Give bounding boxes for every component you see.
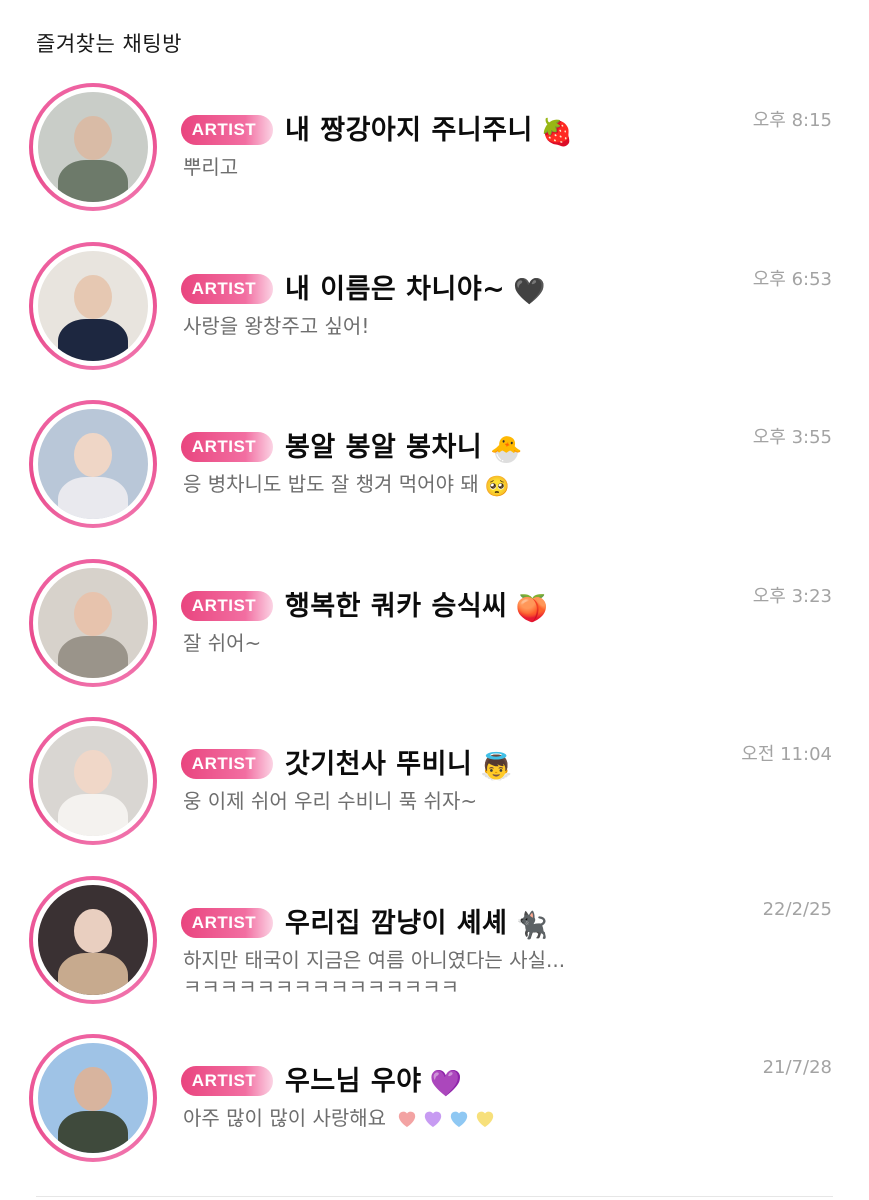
- last-message-text: 웅 이제 쉬어 우리 수비니 푹 쉬자~: [183, 789, 478, 813]
- avatar: [38, 1043, 148, 1153]
- avatar-ring[interactable]: [29, 241, 157, 370]
- chat-room-name: 행복한 쿼카 승식씨 🍑: [285, 584, 548, 624]
- last-message-preview: 응 병차니도 밥도 잘 챙겨 먹어야 돼 🥺: [183, 471, 613, 500]
- heart-icon: [424, 1111, 442, 1128]
- artist-badge: ARTIST: [181, 115, 273, 145]
- section-title: 즐겨찾는 채팅방: [36, 32, 182, 56]
- hearts: [392, 1106, 496, 1130]
- last-message-time: 오후 3:55: [752, 427, 832, 448]
- last-message-time: 22/2/25: [762, 898, 832, 920]
- artist-badge: ARTIST: [181, 432, 273, 462]
- avatar-ring[interactable]: [29, 875, 157, 1004]
- last-message-preview: 아주 많이 많이 사랑해요: [183, 1105, 613, 1132]
- name-emoji-icon: 🐈‍⬛: [515, 910, 549, 941]
- chat-room-row[interactable]: ARTIST 내 이름은 차니야~ 🖤 사랑을 왕창주고 싶어! 오후 6:53: [0, 239, 869, 398]
- last-message-preview: 사랑을 왕창주고 싶어!: [183, 313, 613, 340]
- last-message-preview: 뿌리고: [183, 154, 613, 181]
- artist-badge: ARTIST: [181, 749, 273, 779]
- chat-room-name: 내 짱강아지 주니주니 🍓: [285, 108, 574, 148]
- avatar-ring[interactable]: [29, 83, 157, 211]
- preview-emoji-icon: 🥺: [484, 474, 510, 498]
- avatar: [38, 884, 148, 995]
- favorite-chats-screen: 즐겨찾는 채팅방 ARTIST 내 짱강아지 주니주니 🍓 뿌리고 오후 8:15: [0, 0, 869, 1200]
- divider: [36, 1196, 833, 1197]
- last-message-text: 잘 쉬어~: [183, 630, 262, 655]
- avatar: [38, 409, 148, 519]
- chat-room-row[interactable]: ARTIST 갓기천사 뚜비니 👼 웅 이제 쉬어 우리 수비니 푹 쉬자~ 오전…: [0, 714, 869, 873]
- artist-badge: ARTIST: [181, 1066, 273, 1096]
- avatar: [38, 567, 148, 678]
- chat-room-name: 우느님 우야 💜: [285, 1059, 462, 1099]
- name-emoji-icon: 🍑: [515, 593, 549, 624]
- chat-room-name: 봉알 봉알 봉차니 🐣: [285, 425, 523, 465]
- chat-room-name-text: 봉알 봉알 봉차니: [285, 432, 483, 463]
- last-message-text: 응 병차니도 밥도 잘 챙겨 먹어야 돼: [183, 472, 479, 496]
- last-message-time: 오후 6:53: [752, 268, 832, 290]
- heart-icon: [398, 1111, 416, 1128]
- name-emoji-icon: 🖤: [513, 276, 547, 307]
- heart-icon: [450, 1111, 468, 1128]
- chat-room-row[interactable]: ARTIST 내 짱강아지 주니주니 🍓 뿌리고 오후 8:15: [0, 80, 869, 239]
- last-message-text: 아주 많이 많이 사랑해요: [183, 1106, 387, 1130]
- artist-badge: ARTIST: [181, 907, 273, 938]
- chat-room-name-text: 갓기천사 뚜비니: [285, 749, 473, 780]
- chat-room-name-text: 우리집 깜냥이 셰셰: [285, 907, 508, 939]
- chat-room-row[interactable]: ARTIST 우느님 우야 💜 아주 많이 많이 사랑해요 21/7/28: [0, 1031, 869, 1190]
- last-message-time: 21/7/28: [762, 1057, 832, 1078]
- last-message-time: 오후 3:23: [752, 585, 832, 607]
- last-message-preview: 잘 쉬어~: [183, 630, 613, 657]
- chat-list: ARTIST 내 짱강아지 주니주니 🍓 뿌리고 오후 8:15 ARTIST 내…: [0, 80, 869, 1190]
- avatar: [38, 250, 148, 361]
- chat-room-row[interactable]: ARTIST 우리집 깜냥이 셰셰 🐈‍⬛ 하지만 태국이 지금은 여름 아니였다…: [0, 873, 869, 1032]
- name-emoji-icon: 🐣: [490, 435, 524, 465]
- avatar-ring[interactable]: [29, 1034, 157, 1162]
- last-message-preview: 웅 이제 쉬어 우리 수비니 푹 쉬자~: [183, 788, 613, 815]
- chat-room-name: 우리집 깜냥이 셰셰 🐈‍⬛: [285, 901, 548, 941]
- last-message-preview: 하지만 태국이 지금은 여름 아니였다는 사실... ㅋㅋㅋㅋㅋㅋㅋㅋㅋㅋㅋㅋㅋ…: [183, 947, 613, 1001]
- last-message-text: 뿌리고: [183, 155, 239, 179]
- last-message-text: 사랑을 왕창주고 싶어!: [183, 313, 370, 338]
- chat-room-row[interactable]: ARTIST 봉알 봉알 봉차니 🐣 응 병차니도 밥도 잘 챙겨 먹어야 돼 🥺 …: [0, 397, 869, 556]
- avatar-ring[interactable]: [29, 400, 157, 528]
- avatar-ring[interactable]: [29, 717, 157, 845]
- avatar-ring[interactable]: [29, 558, 157, 687]
- last-message-text: 하지만 태국이 지금은 여름 아니였다는 사실... ㅋㅋㅋㅋㅋㅋㅋㅋㅋㅋㅋㅋㅋ…: [183, 947, 566, 999]
- chat-room-name-text: 내 짱강아지 주니주니: [285, 115, 533, 146]
- name-emoji-icon: 👼: [480, 752, 514, 782]
- last-message-time: 오후 8:15: [752, 110, 832, 131]
- artist-badge: ARTIST: [181, 273, 273, 304]
- last-message-time: 오전 11:04: [741, 744, 832, 765]
- heart-icon: [476, 1111, 494, 1128]
- chat-room-name-text: 내 이름은 차니야~: [285, 273, 506, 305]
- chat-room-name: 내 이름은 차니야~ 🖤: [285, 267, 546, 307]
- chat-room-row[interactable]: ARTIST 행복한 쿼카 승식씨 🍑 잘 쉬어~ 오후 3:23: [0, 556, 869, 715]
- name-emoji-icon: 💜: [429, 1069, 463, 1099]
- avatar: [38, 726, 148, 836]
- avatar: [38, 92, 148, 202]
- chat-room-name-text: 우느님 우야: [285, 1066, 422, 1097]
- name-emoji-icon: 🍓: [540, 118, 574, 148]
- chat-room-name-text: 행복한 쿼카 승식씨: [285, 590, 508, 622]
- artist-badge: ARTIST: [181, 590, 273, 621]
- chat-room-name: 갓기천사 뚜비니 👼: [285, 742, 513, 782]
